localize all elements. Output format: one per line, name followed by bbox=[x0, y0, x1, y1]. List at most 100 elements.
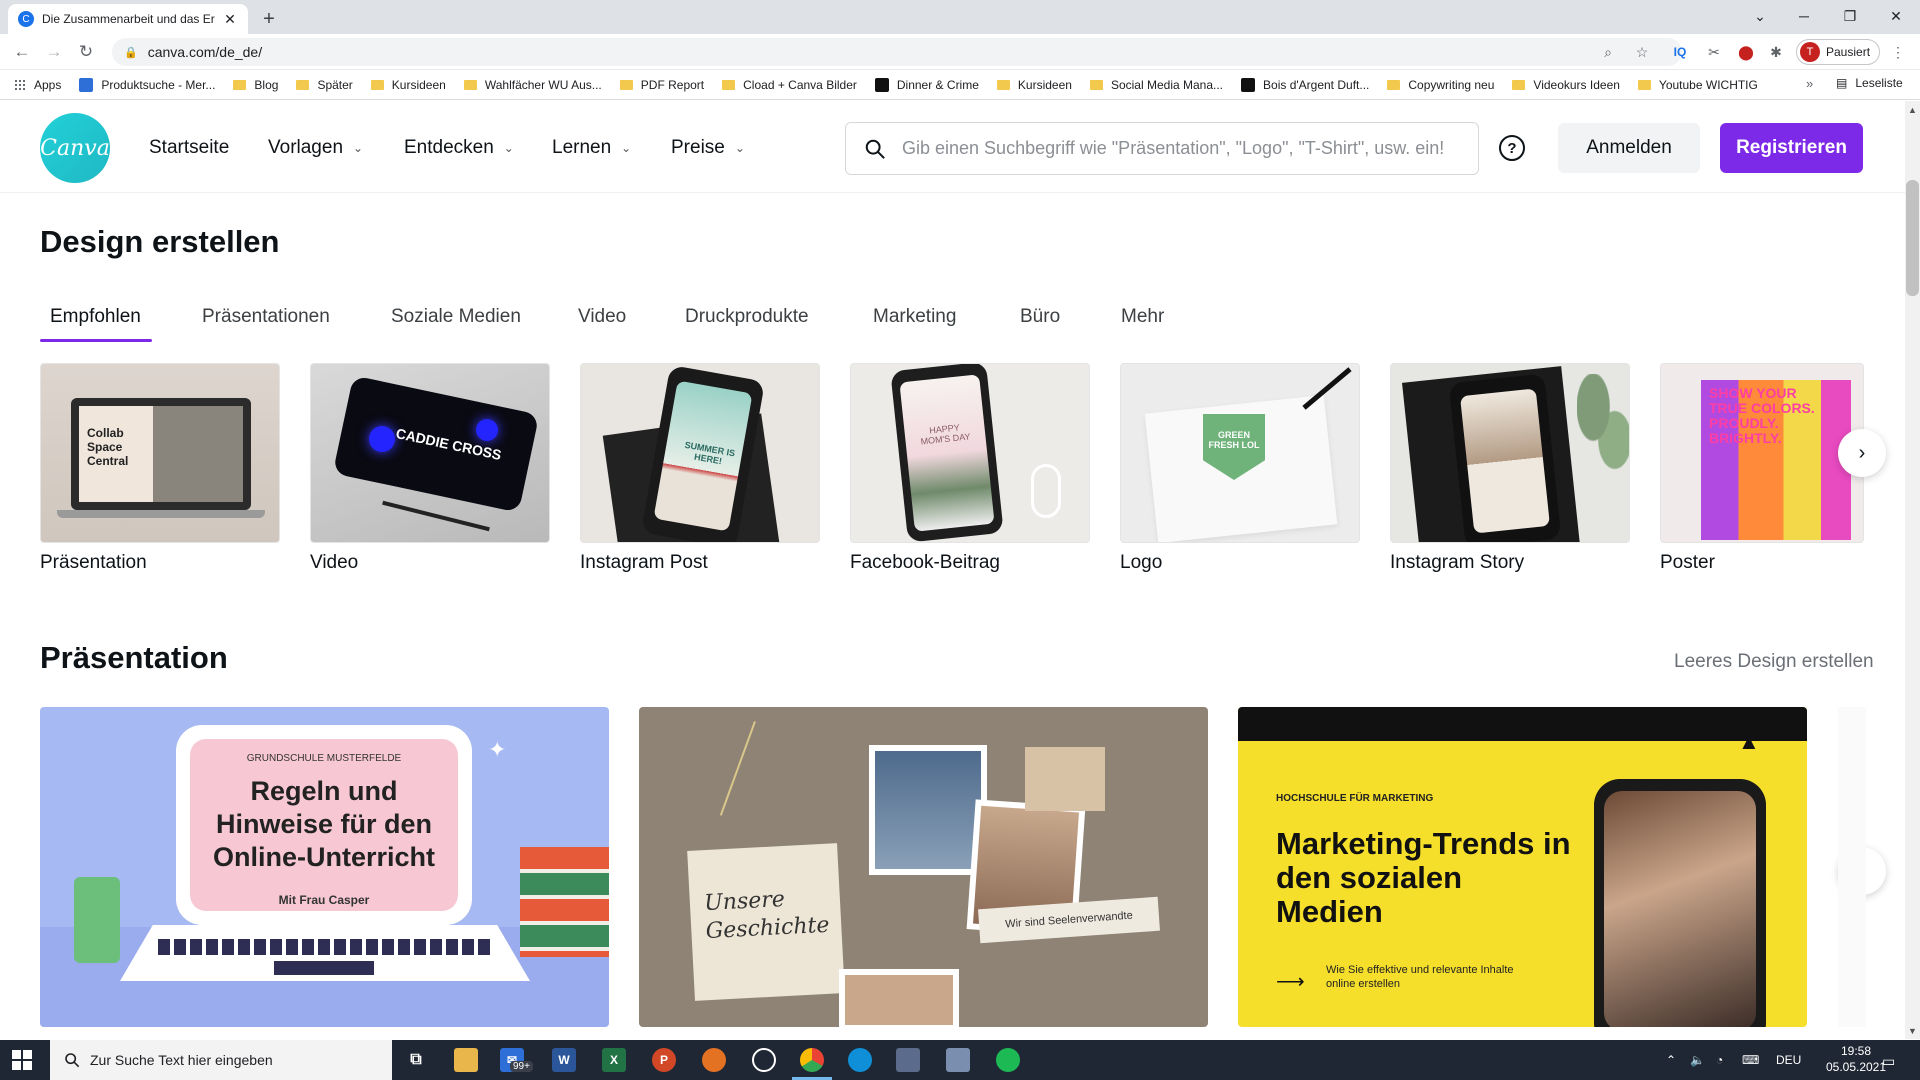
app-icon[interactable] bbox=[946, 1048, 970, 1072]
bookmark-item[interactable]: Dinner & Crime bbox=[874, 77, 979, 92]
blank-design-link[interactable]: Leeres Design erstellen bbox=[1674, 651, 1874, 673]
network-icon[interactable]: ◔ bbox=[1716, 1053, 1723, 1067]
register-button[interactable]: Registrieren bbox=[1720, 123, 1863, 173]
tab-soziale-medien[interactable]: Soziale Medien bbox=[391, 306, 521, 328]
nav-item-entdecken[interactable]: Entdecken ⌄ bbox=[404, 137, 514, 159]
help-icon[interactable]: ? bbox=[1499, 135, 1525, 161]
design-card-label[interactable]: Instagram Post bbox=[580, 552, 708, 574]
search-box[interactable] bbox=[845, 122, 1479, 175]
reload-icon[interactable]: ↻ bbox=[72, 38, 100, 66]
close-tab-icon[interactable]: ✕ bbox=[222, 11, 238, 28]
app-icon[interactable] bbox=[896, 1048, 920, 1072]
bookmark-item[interactable]: Produktsuche - Mer... bbox=[79, 77, 215, 92]
design-card-label[interactable]: Präsentation bbox=[40, 552, 147, 574]
design-card-presentation[interactable]: Collab Space Central bbox=[40, 363, 280, 543]
minimize-icon[interactable]: ─ bbox=[1784, 4, 1824, 28]
tab-marketing[interactable]: Marketing bbox=[873, 306, 956, 328]
bookmark-item[interactable]: Bois d'Argent Duft... bbox=[1241, 77, 1369, 92]
bookmark-item[interactable]: PDF Report bbox=[619, 78, 704, 92]
design-card-instagram-post[interactable]: SUMMER IS HERE! bbox=[580, 363, 820, 543]
restore-icon[interactable]: ❐ bbox=[1830, 4, 1870, 28]
design-card-instagram-story[interactable] bbox=[1390, 363, 1630, 543]
zoom-icon[interactable]: ⌕ bbox=[1598, 43, 1618, 61]
design-card-label[interactable]: Poster bbox=[1660, 552, 1715, 574]
nav-item-startseite[interactable]: Startseite bbox=[149, 137, 229, 159]
app-icon[interactable] bbox=[702, 1048, 726, 1072]
keyboard-icon[interactable]: ⌨ bbox=[1742, 1053, 1759, 1067]
reading-list-button[interactable]: ▤ Leseliste bbox=[1836, 76, 1903, 90]
bookmark-star-icon[interactable]: ☆ bbox=[1632, 43, 1652, 61]
carousel-next-button[interactable]: › bbox=[1838, 429, 1886, 477]
login-button[interactable]: Anmelden bbox=[1558, 123, 1700, 173]
bookmark-item[interactable]: Blog bbox=[233, 78, 278, 92]
tray-chevron-icon[interactable]: ⌃ bbox=[1666, 1053, 1676, 1067]
template-card-unsere-geschichte[interactable]: Unsere Geschichte Wir sind Seelenverwand… bbox=[639, 707, 1208, 1027]
nav-item-preise[interactable]: Preise ⌄ bbox=[671, 137, 745, 159]
browser-menu-icon[interactable]: ⋮ bbox=[1888, 43, 1908, 61]
nav-item-vorlagen[interactable]: Vorlagen ⌄ bbox=[268, 137, 363, 159]
bookmark-item[interactable]: Kursideen bbox=[370, 77, 446, 92]
canva-logo[interactable]: Canva bbox=[40, 113, 110, 183]
windows-start-icon[interactable] bbox=[12, 1050, 32, 1070]
scroll-up-icon[interactable]: ▲ bbox=[1905, 103, 1920, 117]
bookmark-item[interactable]: Später bbox=[296, 78, 353, 92]
design-card-label[interactable]: Video bbox=[310, 552, 358, 574]
volume-icon[interactable]: 🔈 bbox=[1690, 1053, 1705, 1067]
tab-empfohlen[interactable]: Empfohlen bbox=[50, 306, 141, 328]
bookmark-item[interactable]: Apps bbox=[14, 78, 61, 92]
extension-icon[interactable]: ✂ bbox=[1704, 43, 1724, 61]
back-icon[interactable]: ← bbox=[8, 38, 36, 66]
excel-icon[interactable]: X bbox=[602, 1048, 626, 1072]
task-view-icon[interactable]: ⧉ bbox=[404, 1048, 428, 1072]
bookmark-item[interactable]: Youtube WICHTIG bbox=[1637, 78, 1758, 92]
new-tab-icon[interactable]: + bbox=[256, 6, 282, 32]
design-card-label[interactable]: Instagram Story bbox=[1390, 552, 1524, 574]
template-card-online-unterricht[interactable]: GRUNDSCHULE MUSTERFELDE Regeln und Hinwe… bbox=[40, 707, 609, 1027]
bookmark-item[interactable]: Videokurs Ideen bbox=[1512, 78, 1620, 92]
scroll-down-icon[interactable]: ▼ bbox=[1905, 1024, 1920, 1038]
chrome-icon[interactable] bbox=[800, 1048, 824, 1072]
app-icon[interactable] bbox=[752, 1048, 776, 1072]
edge-icon[interactable] bbox=[848, 1048, 872, 1072]
design-card-video[interactable]: CADDIE CROSS bbox=[310, 363, 550, 543]
tab-mehr[interactable]: Mehr bbox=[1121, 306, 1164, 328]
profile-button[interactable]: T Pausiert bbox=[1796, 39, 1880, 65]
design-card-label[interactable]: Facebook-Beitrag bbox=[850, 552, 1000, 574]
design-card-label[interactable]: Logo bbox=[1120, 552, 1162, 574]
browser-tab[interactable]: C Die Zusammenarbeit und das Er ✕ bbox=[8, 4, 248, 34]
forward-icon[interactable]: → bbox=[40, 38, 68, 66]
bookmark-label: Kursideen bbox=[391, 77, 446, 92]
tab-präsentationen[interactable]: Präsentationen bbox=[202, 306, 330, 328]
bookmark-item[interactable]: Kursideen bbox=[996, 78, 1072, 92]
tab-druckprodukte[interactable]: Druckprodukte bbox=[685, 306, 809, 328]
nav-item-lernen[interactable]: Lernen ⌄ bbox=[552, 137, 631, 159]
bookmark-item[interactable]: Social Media Mana... bbox=[1089, 78, 1223, 92]
bookmark-item[interactable]: Copywriting neu bbox=[1387, 78, 1494, 92]
language-indicator[interactable]: DEU bbox=[1776, 1053, 1801, 1067]
taskbar-search[interactable]: Zur Suche Text hier eingeben bbox=[50, 1040, 392, 1080]
puzzle-extensions-icon[interactable]: ✱ bbox=[1766, 43, 1786, 61]
tab-büro[interactable]: Büro bbox=[1020, 306, 1060, 328]
bookmark-item[interactable]: Wahlfächer WU Aus... bbox=[463, 78, 602, 92]
search-input[interactable] bbox=[902, 138, 1462, 159]
tab-title: Die Zusammenarbeit und das Er bbox=[42, 12, 215, 26]
design-card-logo[interactable]: GREEN FRESH LOL bbox=[1120, 363, 1360, 543]
tab-video[interactable]: Video bbox=[578, 306, 626, 328]
design-card-facebook-post[interactable]: HAPPY MOM'S DAY bbox=[850, 363, 1090, 543]
template-card-marketing-trends[interactable]: ▲ HOCHSCHULE FÜR MARKETING Marketing-Tre… bbox=[1238, 707, 1807, 1027]
bookmark-item[interactable]: Cload + Canva Bilder bbox=[722, 78, 857, 92]
bookmarks-overflow-icon[interactable]: » bbox=[1806, 76, 1814, 91]
close-window-icon[interactable]: ✕ bbox=[1876, 4, 1916, 28]
notifications-icon[interactable]: ▭ bbox=[1882, 1053, 1895, 1070]
file-explorer-icon[interactable] bbox=[454, 1048, 478, 1072]
scrollbar-thumb[interactable] bbox=[1906, 180, 1919, 296]
powerpoint-icon[interactable]: P bbox=[652, 1048, 676, 1072]
tab-search-icon[interactable]: ⌄ bbox=[1740, 4, 1780, 28]
iq-extension-icon[interactable]: IQ bbox=[1670, 43, 1690, 61]
design-card-poster[interactable]: SHOW YOUR TRUE COLORS. PROUDLY. BRIGHTLY… bbox=[1660, 363, 1864, 543]
chevron-down-icon: ⌄ bbox=[353, 141, 364, 155]
adblock-icon[interactable]: ⬤ bbox=[1736, 43, 1756, 61]
spotify-icon[interactable] bbox=[996, 1048, 1020, 1072]
address-bar[interactable]: 🔒 canva.com/de_de/ bbox=[112, 38, 1682, 66]
word-icon[interactable]: W bbox=[552, 1048, 576, 1072]
